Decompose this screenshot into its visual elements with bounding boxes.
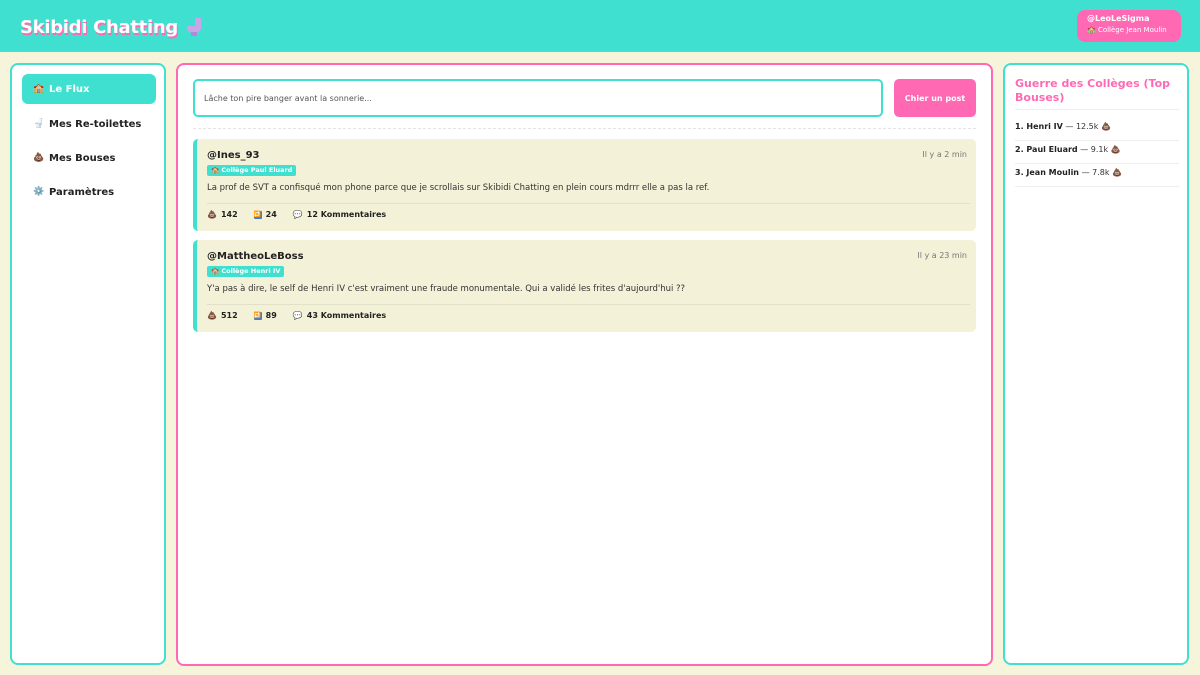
submit-post-button[interactable]: Chier un post: [894, 79, 976, 117]
post-card: @MattheoLeBoss Il y a 23 min 🏫 Collège H…: [193, 240, 976, 332]
user-school: 🏫 Collège Jean Moulin: [1087, 26, 1167, 34]
repost-count: 89: [265, 311, 277, 320]
post-timestamp: Il y a 2 min: [922, 150, 967, 159]
sidebar-item-parametres[interactable]: ⚙️ Paramètres: [22, 177, 156, 207]
post-divider: [207, 304, 970, 305]
school-name: 1. Henri IV: [1015, 122, 1063, 131]
comment-icon: 💬: [292, 311, 303, 320]
poop-icon: 💩: [207, 210, 217, 219]
comment-icon: 💬: [292, 210, 303, 219]
brand-logo[interactable]: Skibidi Chatting: [20, 14, 204, 40]
post-text: La prof de SVT a confisqué mon phone par…: [207, 183, 710, 193]
repost-icon: 🔁: [253, 311, 262, 320]
bouse-button[interactable]: 💩 142: [207, 210, 238, 219]
leaderboard-item[interactable]: 1. Henri IV — 12.5k 💩: [1015, 118, 1179, 141]
bouse-button[interactable]: 💩 512: [207, 311, 238, 320]
sidebar-item-mes-bouses[interactable]: 💩 Mes Bouses: [22, 143, 156, 173]
poop-icon: 💩: [207, 311, 217, 320]
user-handle: @LeoLeSigma: [1087, 14, 1150, 23]
sidebar-item-label: Mes Re-toilettes: [49, 118, 142, 130]
comments-count: 43 Kommentaires: [306, 311, 387, 320]
leaderboard-panel: Guerre des Collèges (Top Bouses) 1. Henr…: [1003, 63, 1189, 665]
sidebar-item-le-flux[interactable]: 🏫 Le Flux: [22, 74, 156, 104]
post-composer-input[interactable]: [193, 79, 883, 117]
school-name: 2. Paul Eluard: [1015, 145, 1078, 154]
leaderboard-item[interactable]: 2. Paul Eluard — 9.1k 💩: [1015, 141, 1179, 164]
post-stats: 💩 142 🔁 24 💬 12 Kommentaires: [207, 210, 386, 219]
toilet-icon: 🚽: [33, 119, 45, 129]
user-profile-pill[interactable]: @LeoLeSigma 🏫 Collège Jean Moulin: [1077, 10, 1181, 42]
school-score: — 12.5k 💩: [1065, 122, 1111, 131]
school-badge: 🏫 Collège Henri IV: [207, 266, 285, 277]
school-score: — 9.1k 💩: [1080, 145, 1121, 154]
sidebar-item-label: Le Flux: [49, 83, 90, 95]
bouse-count: 512: [220, 311, 238, 320]
repost-count: 24: [265, 210, 277, 219]
post-divider: [207, 203, 970, 204]
sidebar: 🏫 Le Flux 🚽 Mes Re-toilettes 💩 Mes Bouse…: [10, 63, 166, 665]
feed-panel: Chier un post @Ines_93 Il y a 2 min 🏫 Co…: [176, 63, 993, 666]
post-stats: 💩 512 🔁 89 💬 43 Kommentaires: [207, 311, 386, 320]
post-timestamp: Il y a 23 min: [917, 251, 967, 260]
school-badge: 🏫 Collège Paul Eluard: [207, 165, 297, 176]
school-score: — 7.8k 💩: [1081, 168, 1122, 177]
post-author[interactable]: @Ines_93: [207, 150, 260, 161]
repost-button[interactable]: 🔁 89: [253, 311, 277, 320]
sidebar-item-label: Paramètres: [49, 186, 115, 198]
leaderboard-title: Guerre des Collèges (Top Bouses): [1015, 77, 1171, 105]
leaderboard-item[interactable]: 3. Jean Moulin — 7.8k 💩: [1015, 164, 1179, 187]
post-author[interactable]: @MattheoLeBoss: [207, 251, 304, 262]
post-card: @Ines_93 Il y a 2 min 🏫 Collège Paul Elu…: [193, 139, 976, 231]
sidebar-item-mes-re-toilettes[interactable]: 🚽 Mes Re-toilettes: [22, 109, 156, 139]
poop-icon: 💩: [33, 153, 45, 163]
top-bar: Skibidi Chatting @LeoLeSigma 🏫 Collège J…: [0, 0, 1200, 52]
toilet-icon: [186, 18, 201, 36]
post-text: Y'a pas à dire, le self de Henri IV c'es…: [207, 284, 686, 294]
school-name: 3. Jean Moulin: [1015, 168, 1080, 177]
repost-icon: 🔁: [253, 210, 262, 219]
comments-button[interactable]: 💬 12 Kommentaires: [293, 210, 386, 219]
brand-title: Skibidi Chatting: [20, 16, 178, 38]
repost-button[interactable]: 🔁 24: [253, 210, 277, 219]
bouse-count: 142: [220, 210, 238, 219]
leaderboard-divider: [1015, 109, 1179, 110]
school-icon: 🏫: [33, 84, 45, 94]
comments-count: 12 Kommentaires: [306, 210, 387, 219]
sidebar-item-label: Mes Bouses: [49, 152, 116, 164]
gear-icon: ⚙️: [33, 187, 45, 197]
composer-divider: [193, 128, 976, 129]
comments-button[interactable]: 💬 43 Kommentaires: [293, 311, 386, 320]
